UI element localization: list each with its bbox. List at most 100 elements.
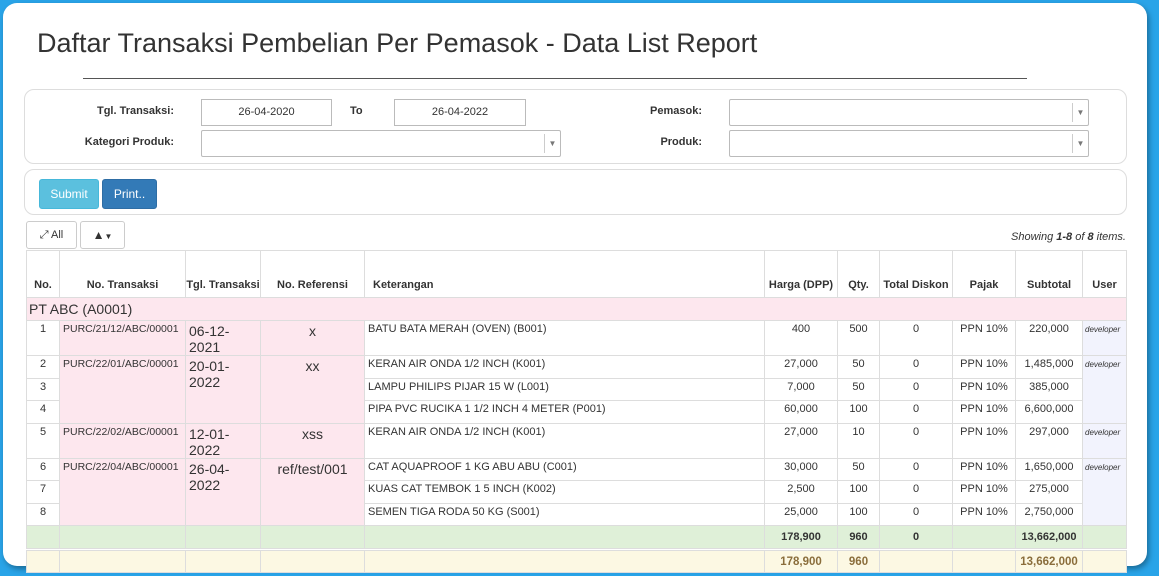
empty-cell <box>364 525 765 549</box>
empty-cell <box>59 550 186 573</box>
pajak-cell: PPN 10% <box>952 480 1016 504</box>
row-no: 8 <box>26 502 60 526</box>
pemasok-label: Pemasok: <box>650 105 702 117</box>
col-total-diskon[interactable]: Total Diskon <box>879 250 953 298</box>
keterangan-cell: CAT AQUAPROOF 1 KG ABU ABU (C001) <box>364 457 765 481</box>
row-no: 6 <box>26 457 60 481</box>
empty-cell <box>952 525 1016 549</box>
no-referensi-cell: ref/test/001 <box>260 457 365 526</box>
export-button[interactable]: ▲▼ <box>80 221 125 249</box>
summary-text: Showing 1-8 of 8 items. <box>1011 231 1126 243</box>
subtotal-cell: 297,000 <box>1015 422 1083 459</box>
grand-total-row: 178,900 960 13,662,000 <box>26 550 1127 573</box>
summary-of: of <box>1072 231 1088 243</box>
table-row: 1 PURC/21/12/ABC/00001 06-12-2021 x BATU… <box>26 320 1127 356</box>
col-pajak[interactable]: Pajak <box>952 250 1016 298</box>
subtotal-cell: 1,650,000 <box>1015 457 1083 481</box>
harga-cell: 27,000 <box>764 422 838 459</box>
subtotal-cell: 385,000 <box>1015 377 1083 401</box>
harga-cell: 60,000 <box>764 400 838 424</box>
qty-cell: 10 <box>837 422 880 459</box>
user-cell: developer <box>1082 320 1127 356</box>
empty-cell <box>364 550 765 573</box>
table-row: 6 PURC/22/04/ABC/00001 26-04-2022 ref/te… <box>26 457 1127 526</box>
export-icon: ▲ <box>92 228 105 242</box>
pemasok-select[interactable]: ▼ <box>729 99 1089 126</box>
grand-total-subtotal: 13,662,000 <box>1015 550 1083 573</box>
pajak-cell: PPN 10% <box>952 457 1016 481</box>
tgl-transaksi-cell: 12-01-2022 <box>185 422 261 459</box>
print-button[interactable]: Print.. <box>102 179 157 209</box>
produk-select[interactable]: ▼ <box>729 130 1089 157</box>
tgl-transaksi-cell: 20-01-2022 <box>185 355 261 424</box>
to-label: To <box>350 105 363 117</box>
tgl-transaksi-cell: 06-12-2021 <box>185 320 261 356</box>
group-total-subtotal: 13,662,000 <box>1015 525 1083 549</box>
group-total-harga: 178,900 <box>764 525 838 549</box>
col-qty[interactable]: Qty. <box>837 250 880 298</box>
no-referensi-cell: xss <box>260 422 365 459</box>
kategori-produk-select[interactable]: ▼ <box>201 130 561 157</box>
col-subtotal[interactable]: Subtotal <box>1015 250 1083 298</box>
grand-total-qty: 960 <box>837 550 880 573</box>
col-keterangan[interactable]: Keterangan <box>364 250 765 298</box>
group-row: PT ABC (A0001) <box>26 297 1127 321</box>
keterangan-cell: KUAS CAT TEMBOK 1 5 INCH (K002) <box>364 480 765 504</box>
empty-cell <box>1082 550 1127 573</box>
group-label: PT ABC (A0001) <box>26 297 1127 321</box>
row-no: 1 <box>26 320 60 356</box>
diskon-cell: 0 <box>879 457 953 481</box>
keterangan-cell: KERAN AIR ONDA 1/2 INCH (K001) <box>364 355 765 379</box>
toggle-all-button[interactable]: ⤢ All <box>26 221 77 249</box>
diskon-cell: 0 <box>879 377 953 401</box>
grand-total-harga: 178,900 <box>764 550 838 573</box>
col-tgl-transaksi[interactable]: Tgl. Transaksi <box>185 250 261 298</box>
qty-cell: 100 <box>837 480 880 504</box>
table-row: 5 PURC/22/02/ABC/00001 12-01-2022 xss KE… <box>26 422 1127 459</box>
keterangan-cell: BATU BATA MERAH (OVEN) (B001) <box>364 320 765 356</box>
summary-range: 1-8 <box>1056 231 1073 243</box>
row-no: 3 <box>26 377 60 401</box>
harga-cell: 30,000 <box>764 457 838 481</box>
chevron-down-icon[interactable]: ▼ <box>1072 134 1088 153</box>
no-referensi-cell: x <box>260 320 365 356</box>
report-table: No. No. Transaksi Tgl. Transaksi No. Ref… <box>26 250 1127 573</box>
date-from-input[interactable]: 26-04-2020 <box>201 99 332 126</box>
empty-cell <box>1082 525 1127 549</box>
harga-cell: 25,000 <box>764 502 838 526</box>
harga-cell: 2,500 <box>764 480 838 504</box>
harga-cell: 400 <box>764 320 838 356</box>
no-transaksi-cell: PURC/21/12/ABC/00001 <box>59 320 186 356</box>
subtotal-cell: 1,485,000 <box>1015 355 1083 379</box>
qty-cell: 50 <box>837 457 880 481</box>
diskon-cell: 0 <box>879 320 953 356</box>
submit-button[interactable]: Submit <box>39 179 99 209</box>
group-total-diskon: 0 <box>879 525 953 549</box>
no-referensi-cell: xx <box>260 355 365 424</box>
chevron-down-icon[interactable]: ▼ <box>1072 103 1088 122</box>
col-harga[interactable]: Harga (DPP) <box>764 250 838 298</box>
col-no-transaksi[interactable]: No. Transaksi <box>59 250 186 298</box>
summary-prefix: Showing <box>1011 231 1057 243</box>
pajak-cell: PPN 10% <box>952 502 1016 526</box>
expand-arrows-icon: ⤢ <box>39 229 49 241</box>
row-no: 5 <box>26 422 60 459</box>
group-total-qty: 960 <box>837 525 880 549</box>
caret-down-icon: ▼ <box>104 232 113 241</box>
col-no-referensi[interactable]: No. Referensi <box>260 250 365 298</box>
diskon-cell: 0 <box>879 355 953 379</box>
title-divider <box>83 78 1027 79</box>
chevron-down-icon[interactable]: ▼ <box>544 134 560 153</box>
qty-cell: 50 <box>837 355 880 379</box>
empty-cell <box>260 550 365 573</box>
no-transaksi-cell: PURC/22/01/ABC/00001 <box>59 355 186 424</box>
col-user[interactable]: User <box>1082 250 1127 298</box>
empty-cell <box>952 550 1016 573</box>
col-no[interactable]: No. <box>26 250 60 298</box>
pajak-cell: PPN 10% <box>952 377 1016 401</box>
table-header-row: No. No. Transaksi Tgl. Transaksi No. Ref… <box>26 250 1127 298</box>
diskon-cell: 0 <box>879 502 953 526</box>
keterangan-cell: KERAN AIR ONDA 1/2 INCH (K001) <box>364 422 765 459</box>
qty-cell: 50 <box>837 377 880 401</box>
date-to-input[interactable]: 26-04-2022 <box>394 99 526 126</box>
